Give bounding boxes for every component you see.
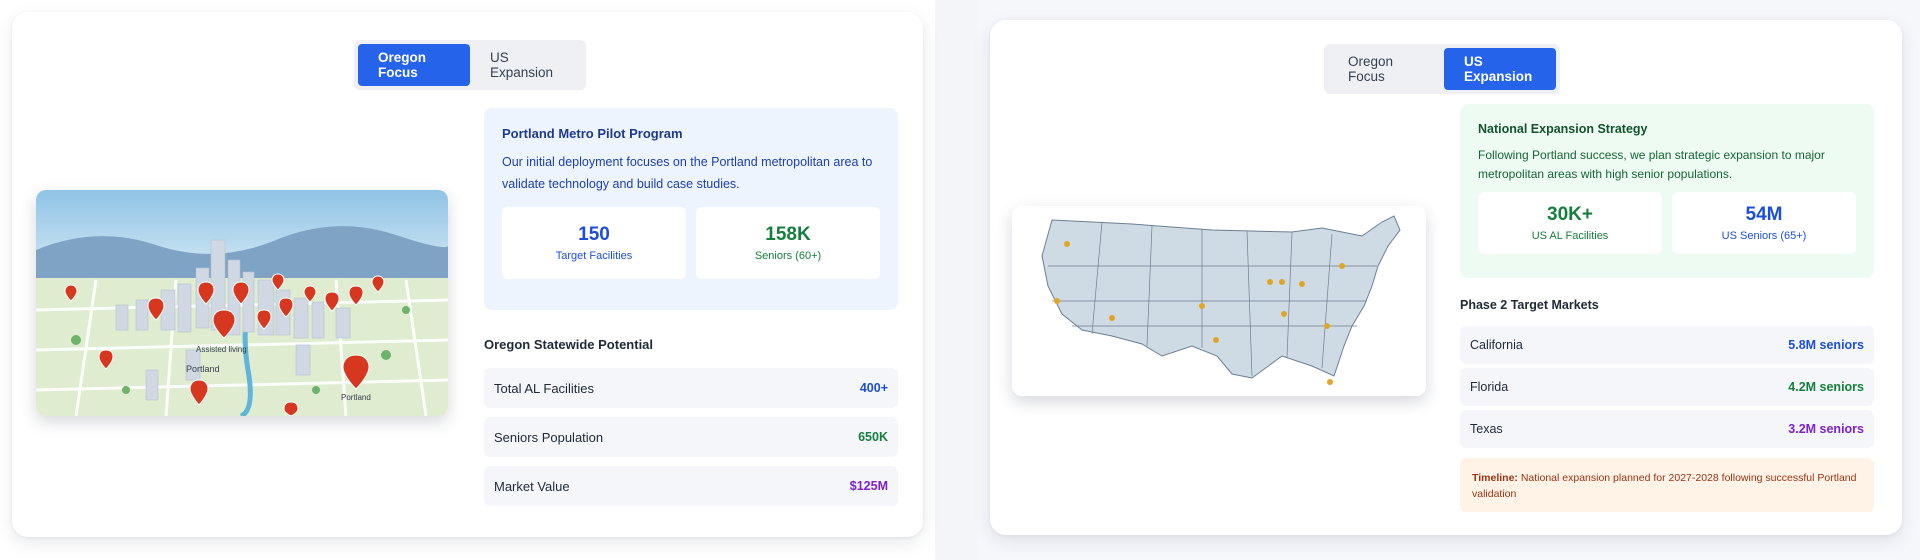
stat-us-facilities: 30K+ US AL Facilities <box>1478 192 1662 254</box>
portland-map-illustration: Assisted living Portland Portland <box>36 190 448 416</box>
stat-value: 158K <box>765 224 811 245</box>
tab-oregon-focus[interactable]: Oregon Focus <box>358 44 470 86</box>
statewide-potential-title: Oregon Statewide Potential <box>484 337 654 352</box>
us-map-illustration <box>1012 206 1426 396</box>
list-item: Total AL Facilities 400+ <box>484 368 898 408</box>
stat-label: US AL Facilities <box>1531 230 1609 242</box>
row-label: Florida <box>1470 380 1509 394</box>
pilot-program-title: Portland Metro Pilot Program <box>502 126 683 141</box>
timeline-text: National expansion planned for 2027-2028… <box>1472 472 1857 500</box>
list-item: Market Value $125M <box>484 466 898 506</box>
stat-us-seniors: 54M US Seniors (65+) <box>1672 192 1856 254</box>
row-label: Total AL Facilities <box>494 380 594 396</box>
row-value: 4.2M seniors <box>1788 380 1864 394</box>
city-map-graphic: Assisted living Portland Portland <box>36 190 448 416</box>
row-label: Seniors Population <box>494 429 604 445</box>
stat-label: Target Facilities <box>555 250 633 262</box>
tab-oregon-focus[interactable]: Oregon Focus <box>1328 48 1444 90</box>
target-markets-title: Phase 2 Target Markets <box>1460 298 1599 312</box>
stat-target-facilities: 150 Target Facilities <box>502 207 686 279</box>
timeline-note: Timeline: National expansion planned for… <box>1460 458 1874 512</box>
stat-label: Seniors (60+) <box>754 250 822 262</box>
row-label: Market Value <box>494 478 570 494</box>
tab-us-expansion[interactable]: US Expansion <box>470 44 582 86</box>
list-item: Seniors Population 650K <box>484 417 898 457</box>
map-label-portland: Portland <box>186 364 220 374</box>
row-label: Texas <box>1470 422 1503 436</box>
tab-us-expansion[interactable]: US Expansion <box>1444 48 1556 90</box>
stat-seniors: 158K Seniors (60+) <box>696 207 880 279</box>
national-strategy-panel: National Expansion Strategy Following Po… <box>1460 104 1874 278</box>
tab-group: Oregon Focus US Expansion <box>354 40 586 90</box>
map-label-assisted-living: Assisted living <box>196 345 247 354</box>
oregon-focus-card: Oregon Focus US Expansion Assisted livin… <box>12 12 923 537</box>
pilot-program-description: Our initial deployment focuses on the Po… <box>502 155 873 191</box>
list-item: Florida 4.2M seniors <box>1460 368 1874 406</box>
stat-value: 30K+ <box>1547 204 1593 225</box>
us-expansion-card: Oregon Focus US Expansion National Expan… <box>990 20 1902 535</box>
row-value: 400+ <box>859 381 888 395</box>
us-map-graphic <box>1012 206 1426 396</box>
list-item: Texas 3.2M seniors <box>1460 410 1874 448</box>
row-value: 3.2M seniors <box>1788 422 1864 436</box>
pilot-program-panel: Portland Metro Pilot Program Our initial… <box>484 108 898 310</box>
timeline-label: Timeline: <box>1472 472 1518 484</box>
strategy-description: Following Portland success, we plan stra… <box>1478 148 1825 181</box>
row-value: 5.8M seniors <box>1788 338 1864 352</box>
strategy-title: National Expansion Strategy <box>1478 122 1648 136</box>
tab-group: Oregon Focus US Expansion <box>1324 44 1560 94</box>
row-value: 650K <box>858 430 888 444</box>
row-value: $125M <box>849 479 888 493</box>
row-label: California <box>1470 338 1523 352</box>
map-label-portland-2: Portland <box>341 393 371 402</box>
list-item: California 5.8M seniors <box>1460 326 1874 364</box>
stat-label: US Seniors (65+) <box>1721 230 1807 242</box>
stat-value: 54M <box>1745 204 1783 225</box>
stat-value: 150 <box>578 224 610 245</box>
